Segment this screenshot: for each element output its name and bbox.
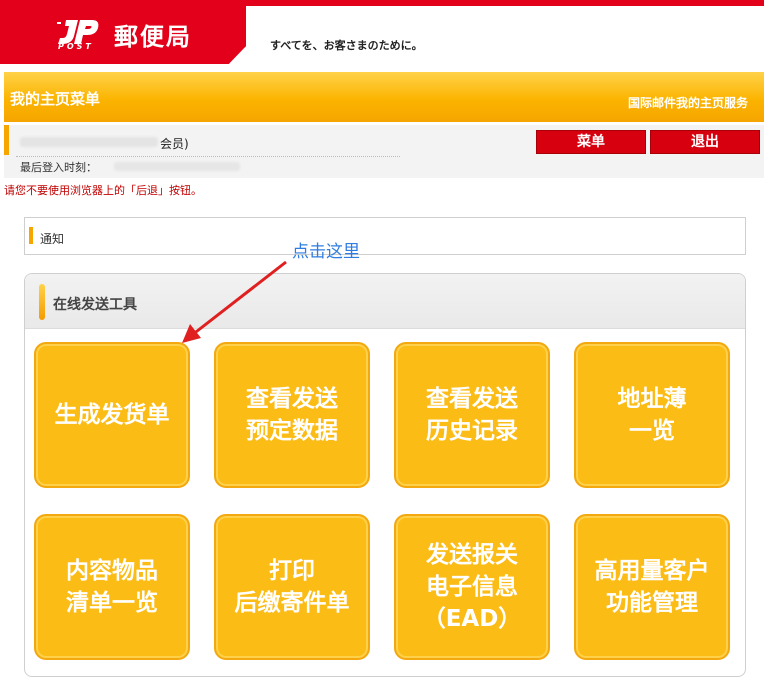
last-login-label: 最后登入时刻： xyxy=(20,161,97,174)
tile-label: 内容物品 xyxy=(66,558,158,584)
member-type-label: 会员) xyxy=(160,137,189,151)
brand-name[interactable]: 郵便局 xyxy=(114,17,192,52)
menu-button[interactable]: 菜单 xyxy=(536,130,646,154)
notice-title: 通知 xyxy=(40,232,65,246)
tile-label: 地址薄 xyxy=(617,386,687,412)
notice-accent-bar xyxy=(29,227,33,244)
service-link[interactable]: 国际邮件我的主页服务 xyxy=(628,94,748,111)
member-accent-bar xyxy=(4,125,9,155)
notice-box: 通知 xyxy=(24,217,746,255)
tile-label: （EAD） xyxy=(422,606,522,632)
page-title: 我的主页菜单 xyxy=(10,90,101,108)
tile-label: 高用量客户 xyxy=(594,558,710,584)
member-name-redacted xyxy=(20,137,158,147)
header-red-line xyxy=(246,0,764,6)
tile-label: 一览 xyxy=(629,418,675,444)
member-info: 会员) 最后登入时刻： 菜单 退出 xyxy=(4,125,764,178)
member-divider xyxy=(16,156,400,157)
panel-title: 在线发送工具 xyxy=(53,297,137,313)
panel-accent-bar xyxy=(39,284,45,320)
tile-create-waybill[interactable]: 生成发货单 xyxy=(34,342,190,488)
annotation-label: 点击这里 xyxy=(292,242,360,262)
logo-post-text: POST xyxy=(58,42,94,51)
tile-label: 清单一览 xyxy=(66,590,158,616)
tile-print-postpaid-label[interactable]: 打印 后缴寄件单 xyxy=(214,514,370,660)
site-header: POST 郵便局 すべてを、お客さまのために。 xyxy=(0,0,764,70)
tile-label: 后缴寄件单 xyxy=(234,590,350,616)
back-button-warning: 请您不要使用浏览器上的「后退」按钮。 xyxy=(4,184,202,197)
tile-label: 电子信息 xyxy=(425,574,518,600)
tile-view-shipment-history[interactable]: 查看发送 历史记录 xyxy=(394,342,550,488)
tile-label: 查看发送 xyxy=(246,386,338,412)
panel-header: 在线发送工具 xyxy=(25,274,745,329)
logout-button[interactable]: 退出 xyxy=(650,130,760,154)
tile-send-ead[interactable]: 发送报关电子信息 （EAD） xyxy=(394,514,550,660)
tile-high-volume-customer[interactable]: 高用量客户 功能管理 xyxy=(574,514,730,660)
tile-label: 历史记录 xyxy=(426,418,518,444)
last-login-redacted xyxy=(114,162,240,171)
menu-bar: 我的主页菜单 国际邮件我的主页服务 xyxy=(4,72,764,122)
tile-contents-list[interactable]: 内容物品 清单一览 xyxy=(34,514,190,660)
header-tagline: すべてを、お客さまのために。 xyxy=(270,39,423,52)
tile-address-book[interactable]: 地址薄 一览 xyxy=(574,342,730,488)
tile-label: 功能管理 xyxy=(606,590,698,616)
tile-label: 查看发送 xyxy=(426,386,518,412)
tile-view-scheduled-shipments[interactable]: 查看发送 预定数据 xyxy=(214,342,370,488)
tile-label: 预定数据 xyxy=(246,418,338,444)
tile-label: 发送报关 xyxy=(425,542,518,568)
tile-label: 生成发货单 xyxy=(54,402,170,428)
tile-label: 打印 xyxy=(269,558,315,584)
